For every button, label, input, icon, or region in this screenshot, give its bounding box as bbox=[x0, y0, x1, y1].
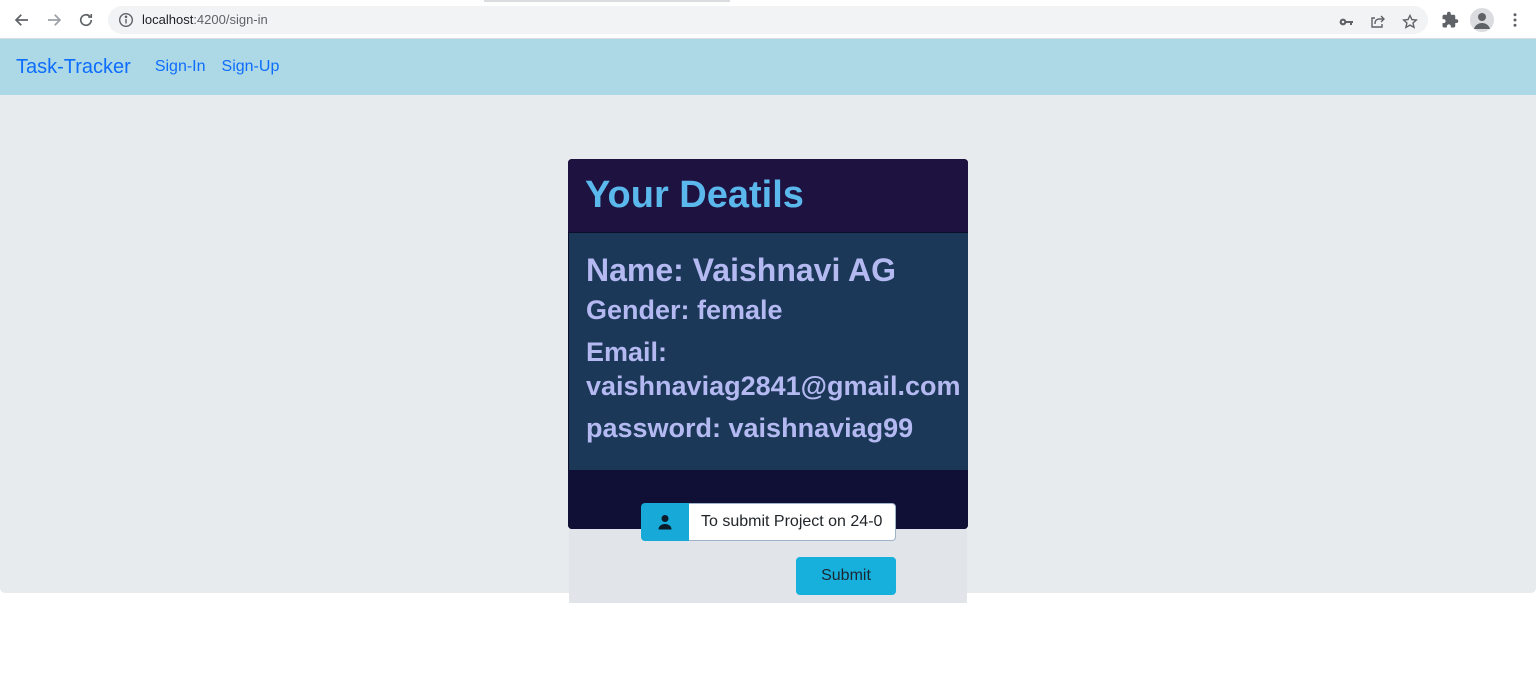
profile-icon[interactable] bbox=[1470, 8, 1494, 32]
detail-name: Name: Vaishnavi AG bbox=[586, 252, 897, 288]
detail-password: password: vaishnaviag99 bbox=[586, 413, 914, 443]
star-icon[interactable] bbox=[1400, 12, 1420, 32]
detail-email-label: Email: bbox=[586, 337, 668, 367]
task-input[interactable] bbox=[689, 503, 896, 541]
submit-button[interactable]: Submit bbox=[796, 557, 896, 595]
share-icon[interactable] bbox=[1368, 12, 1388, 32]
details-card-header: Your Deatils bbox=[568, 159, 968, 233]
detail-email: Email: vaishnaviag2841@gmail.com bbox=[586, 335, 961, 403]
forward-arrow-icon[interactable] bbox=[42, 8, 66, 32]
detail-gender: Gender: female bbox=[586, 295, 783, 325]
reload-icon[interactable] bbox=[74, 8, 98, 32]
info-icon[interactable] bbox=[118, 12, 134, 28]
user-icon bbox=[641, 503, 689, 541]
puzzle-icon[interactable] bbox=[1439, 9, 1461, 31]
back-arrow-icon[interactable] bbox=[10, 8, 34, 32]
details-card: Your Deatils Name: Vaishnavi AG Gender: … bbox=[568, 159, 968, 529]
details-title: Your Deatils bbox=[585, 174, 804, 216]
task-input-group bbox=[641, 503, 896, 541]
nav-link-sign-in[interactable]: Sign-In bbox=[155, 58, 206, 76]
key-icon[interactable] bbox=[1336, 12, 1356, 32]
app-navbar: Task-Tracker Sign-In Sign-Up bbox=[0, 39, 1536, 95]
url-text: localhost:4200/sign-in bbox=[142, 12, 268, 27]
details-card-body: Name: Vaishnavi AG Gender: female Email:… bbox=[568, 233, 968, 470]
detail-email-value: vaishnaviag2841@gmail.com bbox=[586, 371, 961, 401]
tab-strip bbox=[484, 0, 730, 2]
browser-toolbar: localhost:4200/sign-in bbox=[0, 0, 1536, 39]
address-bar[interactable]: localhost:4200/sign-in bbox=[108, 6, 1428, 34]
brand-link[interactable]: Task-Tracker bbox=[16, 56, 131, 79]
kebab-menu-icon[interactable] bbox=[1504, 9, 1526, 31]
nav-link-sign-up[interactable]: Sign-Up bbox=[222, 58, 280, 76]
